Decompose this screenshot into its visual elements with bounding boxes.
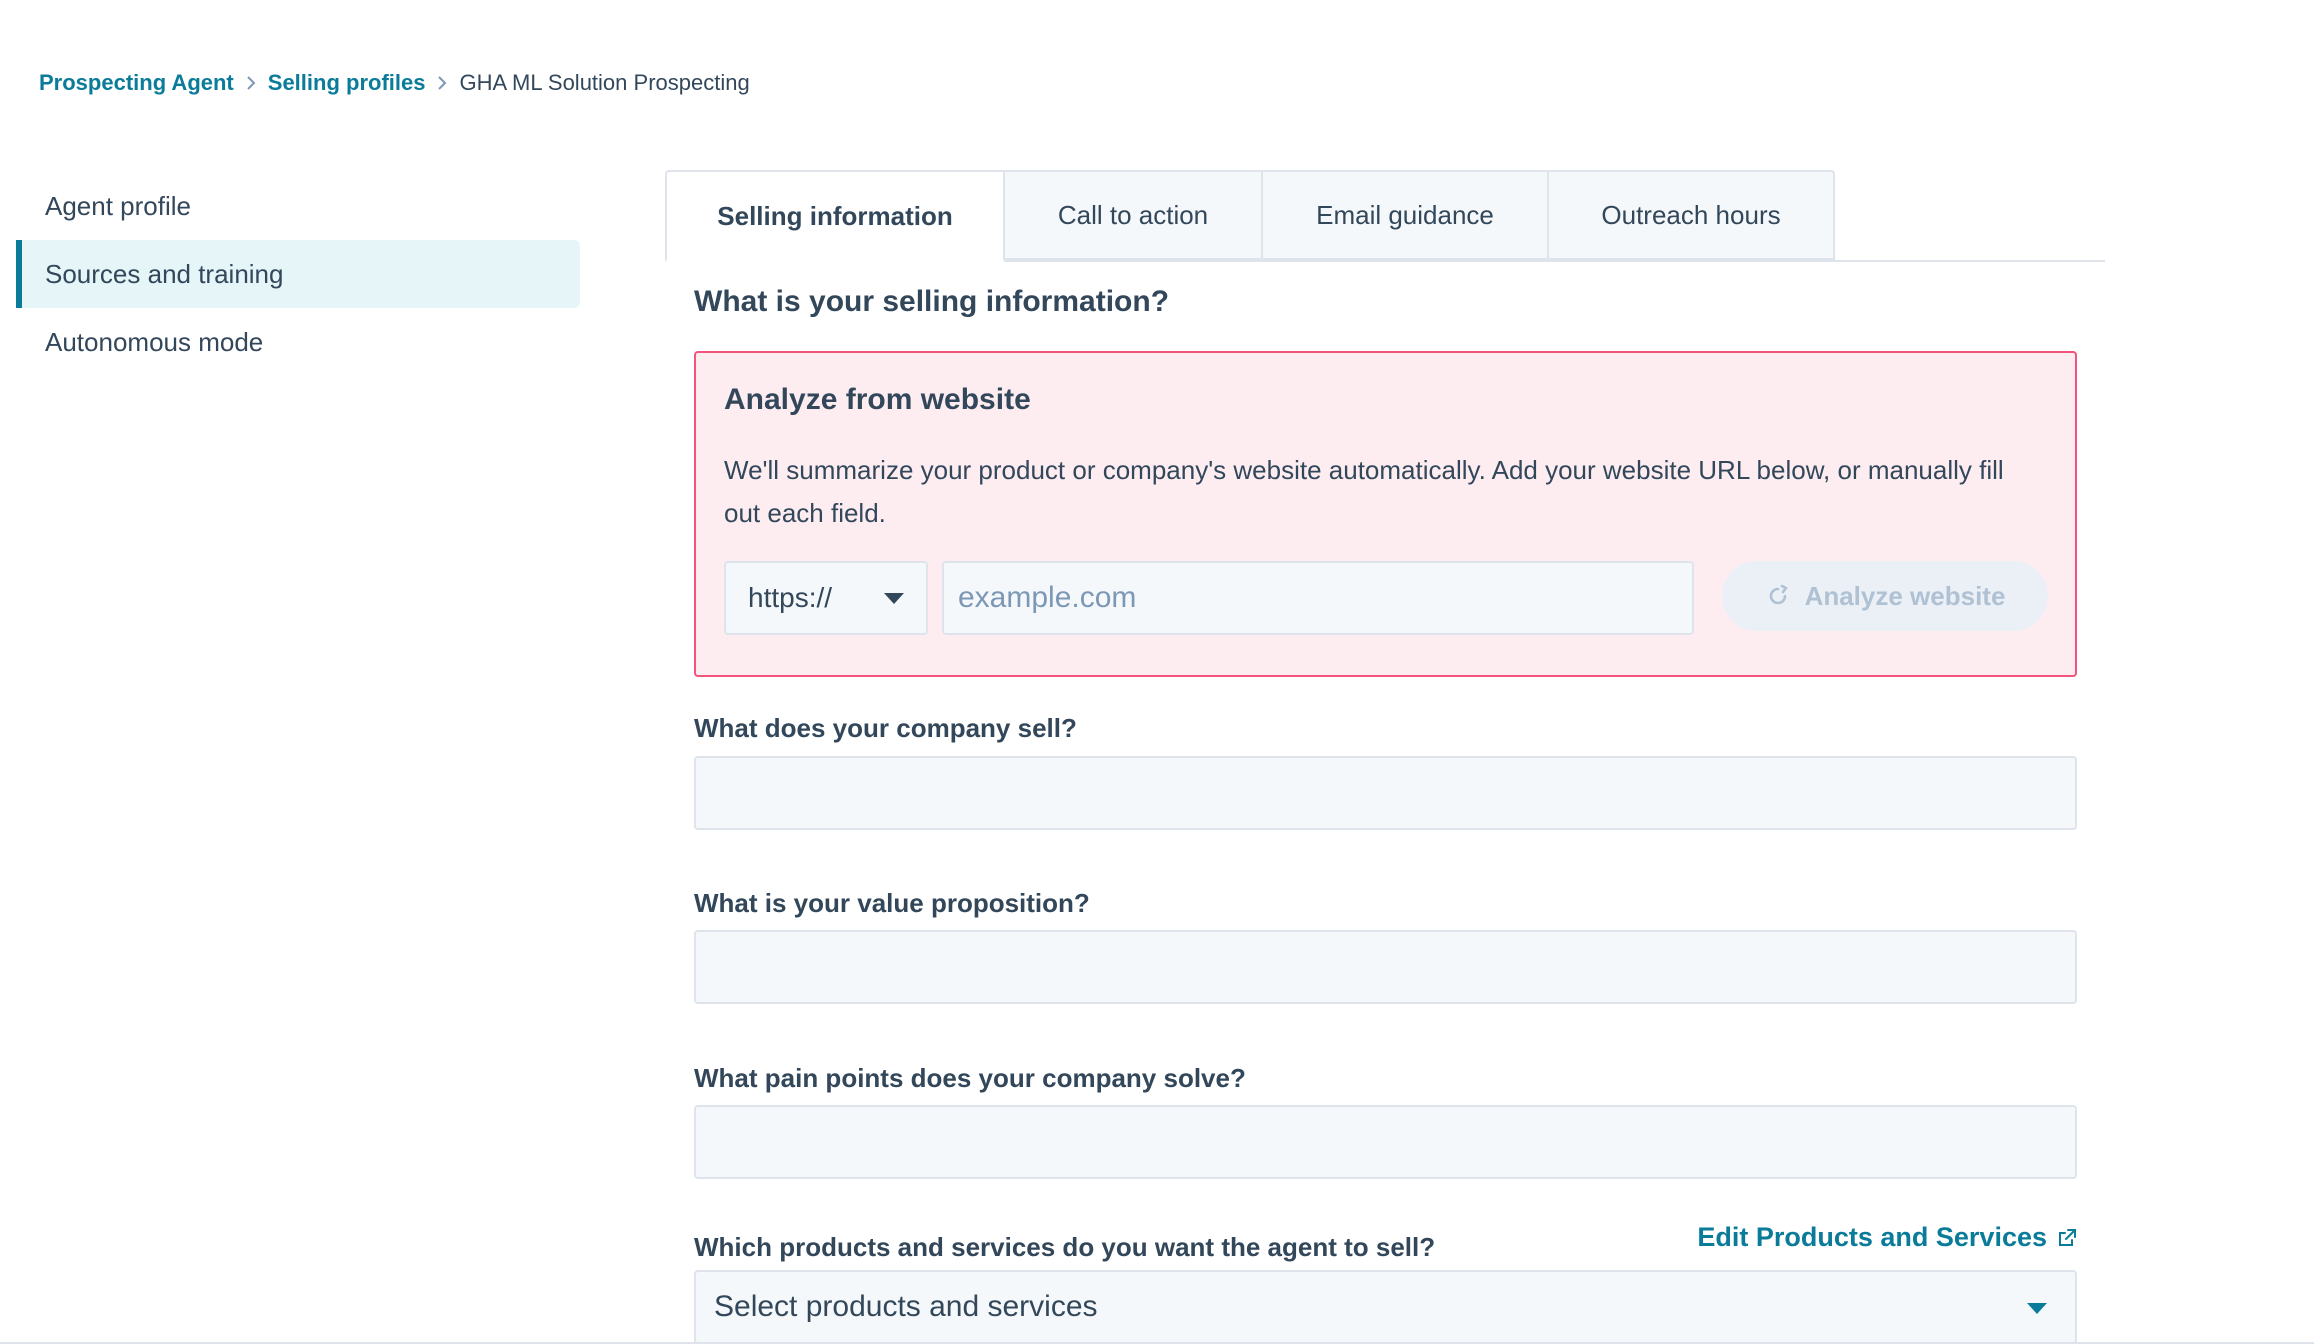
sidebar-item-label: Agent profile xyxy=(45,190,191,221)
website-url-input[interactable] xyxy=(942,561,1694,635)
value-proposition-input[interactable] xyxy=(694,930,2077,1004)
protocol-value: https:// xyxy=(748,582,833,613)
sidebar-item-agent-profile[interactable]: Agent profile xyxy=(16,172,580,240)
sidebar-item-label: Autonomous mode xyxy=(45,326,264,357)
tab-label: Outreach hours xyxy=(1601,199,1781,230)
sidebar: Agent profile Sources and training Auton… xyxy=(16,172,580,376)
products-services-label: Which products and services do you want … xyxy=(694,1232,1436,1262)
breadcrumb: Prospecting Agent Selling profiles GHA M… xyxy=(39,70,750,96)
value-proposition-label: What is your value proposition? xyxy=(694,888,1090,918)
refresh-icon xyxy=(1769,584,1787,605)
caret-down-icon xyxy=(884,593,904,604)
analyze-website-button[interactable]: Analyze website xyxy=(1722,561,2048,631)
external-link-icon xyxy=(2059,1228,2076,1246)
sidebar-item-sources-and-training[interactable]: Sources and training xyxy=(16,240,580,308)
company-sell-label: What does your company sell? xyxy=(694,713,1077,743)
edit-products-services-link[interactable]: Edit Products and Services xyxy=(1697,1222,2077,1253)
protocol-select[interactable]: https:// xyxy=(724,561,928,635)
analyze-button-label: Analyze website xyxy=(1804,580,2006,611)
breadcrumb-selling-profiles[interactable]: Selling profiles xyxy=(268,70,426,96)
sidebar-item-autonomous-mode[interactable]: Autonomous mode xyxy=(16,308,580,376)
tab-label: Call to action xyxy=(1057,199,1209,230)
products-services-select[interactable]: Select products and services xyxy=(694,1270,2077,1344)
tab-selling-information[interactable]: Selling information xyxy=(665,170,1005,262)
products-select-placeholder: Select products and services xyxy=(714,1290,1098,1323)
tab-call-to-action[interactable]: Call to action xyxy=(1005,170,1263,260)
sidebar-item-label: Sources and training xyxy=(45,258,284,289)
pain-points-input[interactable] xyxy=(694,1105,2077,1179)
analyze-website-panel: Analyze from website We'll summarize you… xyxy=(694,351,2077,677)
pain-points-label: What pain points does your company solve… xyxy=(694,1063,1246,1093)
tab-email-guidance[interactable]: Email guidance xyxy=(1263,170,1549,260)
analyze-panel-title: Analyze from website xyxy=(724,383,1031,416)
breadcrumb-current: GHA ML Solution Prospecting xyxy=(459,70,750,95)
caret-down-icon xyxy=(2027,1303,2047,1314)
tab-bar: Selling information Call to action Email… xyxy=(665,170,2105,262)
section-title: What is your selling information? xyxy=(694,285,1170,318)
tab-label: Selling information xyxy=(717,200,953,231)
chevron-right-icon xyxy=(437,76,447,90)
tab-outreach-hours[interactable]: Outreach hours xyxy=(1549,170,1835,260)
company-sell-input[interactable] xyxy=(694,756,2077,830)
analyze-panel-description: We'll summarize your product or company'… xyxy=(724,455,2004,528)
edit-link-label: Edit Products and Services xyxy=(1697,1222,2047,1252)
breadcrumb-prospecting-agent[interactable]: Prospecting Agent xyxy=(39,70,234,96)
tab-label: Email guidance xyxy=(1316,199,1494,230)
chevron-right-icon xyxy=(246,76,256,90)
